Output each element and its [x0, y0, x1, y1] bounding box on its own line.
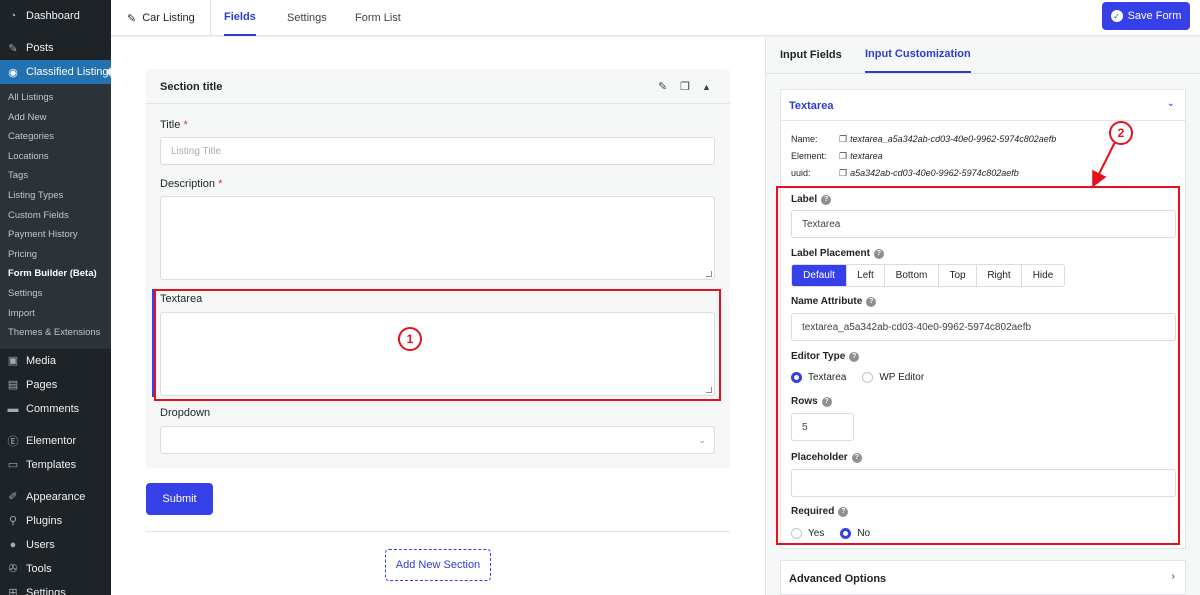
description-textarea[interactable] [160, 196, 715, 280]
plug-icon: ⚲ [8, 515, 18, 528]
folder-icon: ▭ [7, 459, 19, 472]
classified-listing-submenu: All Listings Add New Categories Location… [0, 84, 111, 349]
chevron-down-icon: ⌄ [698, 435, 706, 445]
chevron-up-icon[interactable]: ▲ [702, 82, 711, 92]
submenu-themes-extensions[interactable]: Themes & Extensions [0, 323, 111, 343]
copy-icon[interactable]: ❐ [839, 151, 847, 162]
tab-settings[interactable]: Settings [287, 0, 327, 36]
submenu-tags[interactable]: Tags [0, 166, 111, 186]
advanced-options-card[interactable]: Advanced Options › [780, 560, 1186, 595]
meta-name: Name: ❐ textarea_a5a342ab-cd03-40e0-9962-5… [791, 134, 1057, 145]
card-title: Textarea [789, 100, 834, 112]
media-icon: ▣ [7, 355, 19, 368]
brush-icon: ✐ [8, 491, 18, 504]
tab-fields[interactable]: Fields [224, 0, 256, 36]
pencil-icon: ✎ [127, 12, 137, 25]
breadcrumb-divider [210, 0, 211, 36]
annotation-highlight-2 [776, 186, 1180, 545]
annotation-badge-1: 1 [398, 327, 422, 351]
copy-icon[interactable]: ❐ [839, 168, 847, 179]
menu-plugins[interactable]: ⚲ Plugins [0, 509, 111, 533]
form-section: Section title ✎ ❐ ▲ Title * Listing Titl… [146, 69, 730, 468]
pages-icon: ▤ [7, 379, 19, 392]
required-mark: * [183, 119, 188, 131]
settings-icon: ⊞ [8, 587, 18, 595]
menu-users[interactable]: ● Users [0, 533, 111, 557]
submenu-listing-types[interactable]: Listing Types [0, 186, 111, 206]
submenu-settings[interactable]: Settings [0, 284, 111, 304]
section-title: Section title [160, 81, 223, 93]
pin-icon: ✎ [8, 42, 18, 55]
wrench-icon: ✇ [8, 563, 18, 576]
tabs-divider [766, 73, 1200, 74]
submenu-payment-history[interactable]: Payment History [0, 225, 111, 245]
comments-icon: ▬ [7, 402, 19, 415]
annotation-highlight-1 [154, 289, 721, 401]
annotation-badge-2: 2 [1109, 121, 1133, 145]
dropdown-field-label: Dropdown [160, 407, 211, 419]
menu-comments[interactable]: ▬ Comments [0, 397, 111, 421]
resize-handle[interactable] [706, 271, 712, 277]
customization-panel: Input Fields Input Customization Textare… [765, 37, 1200, 595]
menu-elementor[interactable]: Ⓔ Elementor [0, 429, 111, 453]
dropdown-select[interactable]: ⌄ [160, 426, 715, 454]
submenu-add-new[interactable]: Add New [0, 108, 111, 128]
meta-uuid: uuid: ❐ a5a342ab-cd03-40e0-9962-5974c802ae… [791, 168, 1019, 179]
card-header[interactable]: Textarea ⌄ [781, 90, 1185, 121]
chevron-right-icon: › [1171, 571, 1175, 582]
description-field-label: Description * [160, 178, 223, 190]
submenu-locations[interactable]: Locations [0, 147, 111, 167]
tab-form-list[interactable]: Form List [355, 0, 401, 36]
elementor-icon: Ⓔ [7, 435, 19, 448]
add-new-section-button[interactable]: Add New Section [385, 549, 491, 581]
divider [146, 531, 730, 532]
map-pin-icon: ◉ [8, 66, 18, 79]
submit-button[interactable]: Submit [146, 483, 213, 515]
section-header: Section title ✎ ❐ ▲ [146, 69, 730, 104]
form-builder-topbar: ✎ Car Listing Fields Settings Form List … [111, 0, 1200, 36]
edit-icon[interactable]: ✎ [658, 80, 667, 93]
title-field-label: Title * [160, 119, 188, 131]
form-canvas: Section title ✎ ❐ ▲ Title * Listing Titl… [111, 37, 765, 595]
submenu-custom-fields[interactable]: Custom Fields [0, 206, 111, 226]
required-mark: * [218, 178, 223, 190]
submenu-categories[interactable]: Categories [0, 127, 111, 147]
menu-settings[interactable]: ⊞ Settings [0, 581, 111, 595]
menu-classified-listing[interactable]: ◉ Classified Listing [0, 60, 111, 84]
wp-admin-sidebar: ◔ Dashboard ✎ Posts ◉ Classified Listing Al… [0, 0, 111, 595]
copy-icon[interactable]: ❐ [680, 80, 690, 93]
chevron-down-icon[interactable]: ⌄ [1167, 98, 1175, 109]
advanced-options-title: Advanced Options [789, 573, 887, 585]
tab-input-fields[interactable]: Input Fields [780, 37, 842, 73]
menu-templates[interactable]: ▭ Templates [0, 453, 111, 477]
menu-appearance[interactable]: ✐ Appearance [0, 485, 111, 509]
title-input[interactable]: Listing Title [160, 137, 715, 165]
submenu-pricing[interactable]: Pricing [0, 245, 111, 265]
menu-posts[interactable]: ✎ Posts [0, 36, 111, 60]
save-form-button[interactable]: ✓ Save Form [1102, 2, 1190, 30]
submenu-form-builder[interactable]: Form Builder (Beta) [0, 264, 111, 284]
meta-element: Element: ❐ textarea [791, 151, 883, 162]
check-icon: ✓ [1110, 10, 1123, 22]
users-icon: ● [9, 538, 17, 551]
dashboard-icon: ◔ [9, 10, 17, 22]
breadcrumb[interactable]: ✎ Car Listing [127, 0, 195, 36]
menu-pages[interactable]: ▤ Pages [0, 373, 111, 397]
menu-dashboard[interactable]: ◔ Dashboard [0, 4, 111, 28]
tab-input-customization[interactable]: Input Customization [865, 37, 971, 73]
copy-icon[interactable]: ❐ [839, 134, 847, 145]
menu-media[interactable]: ▣ Media [0, 349, 111, 373]
submenu-all-listings[interactable]: All Listings [0, 88, 111, 108]
submenu-import[interactable]: Import [0, 304, 111, 324]
menu-tools[interactable]: ✇ Tools [0, 557, 111, 581]
